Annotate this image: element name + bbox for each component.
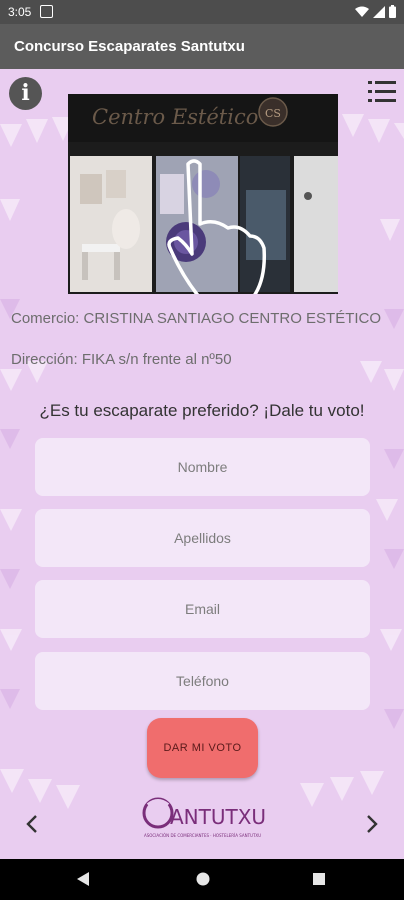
next-button[interactable] bbox=[360, 809, 384, 839]
previous-button[interactable] bbox=[20, 809, 44, 839]
wifi-icon bbox=[355, 6, 369, 17]
battery-icon bbox=[389, 5, 396, 18]
recents-icon[interactable] bbox=[313, 873, 325, 885]
apellidos-placeholder: Apellidos bbox=[174, 530, 231, 546]
menu-icon bbox=[368, 81, 396, 102]
shop-photo[interactable]: Centro Estético CS bbox=[68, 94, 338, 294]
email-field[interactable]: Email bbox=[35, 580, 370, 638]
apellidos-field[interactable]: Apellidos bbox=[35, 509, 370, 567]
menu-button[interactable] bbox=[368, 79, 396, 105]
logo-name: ANTUTXU bbox=[170, 805, 266, 829]
telefono-field[interactable]: Teléfono bbox=[35, 652, 370, 710]
shop-sign-text: Centro Estético bbox=[92, 105, 258, 129]
shop-comercio: Comercio: CRISTINA SANTIAGO CENTRO ESTÉT… bbox=[11, 310, 382, 327]
status-icons bbox=[355, 5, 396, 18]
shop-sign-monogram: CS bbox=[265, 107, 281, 120]
info-icon: i bbox=[21, 80, 30, 106]
status-time: 3:05 bbox=[8, 5, 32, 19]
telefono-placeholder: Teléfono bbox=[176, 673, 229, 689]
shop-direccion: Dirección: FIKA s/n frente al nº50 bbox=[11, 351, 232, 368]
info-button[interactable]: i bbox=[9, 77, 42, 110]
chevron-right-icon bbox=[367, 815, 378, 833]
nombre-field[interactable]: Nombre bbox=[35, 438, 370, 496]
logo-tagline: ASOCIACIÓN DE COMERCIANTES · HOSTELERÍA … bbox=[144, 833, 261, 838]
back-icon[interactable] bbox=[77, 872, 89, 886]
chevron-left-icon bbox=[26, 815, 37, 833]
santutxu-logo: ANTUTXU ASOCIACIÓN DE COMERCIANTES · HOS… bbox=[142, 797, 266, 838]
vote-button[interactable]: DAR MI VOTO bbox=[147, 718, 258, 778]
system-nav-bar bbox=[0, 859, 404, 900]
main-content: i Centro Estético CS Comercio: CRISTINA … bbox=[0, 69, 404, 859]
signal-icon bbox=[373, 5, 385, 18]
email-placeholder: Email bbox=[184, 601, 220, 617]
nombre-placeholder: Nombre bbox=[177, 459, 228, 475]
app-bar: Concurso Escaparates Santutxu bbox=[0, 24, 404, 69]
status-bar: 3:05 bbox=[0, 0, 404, 24]
notification-icon bbox=[40, 5, 53, 18]
app-title: Concurso Escaparates Santutxu bbox=[14, 38, 245, 55]
vote-question: ¿Es tu escaparate preferido? ¡Dale tu vo… bbox=[39, 401, 365, 420]
home-icon[interactable] bbox=[196, 872, 210, 886]
